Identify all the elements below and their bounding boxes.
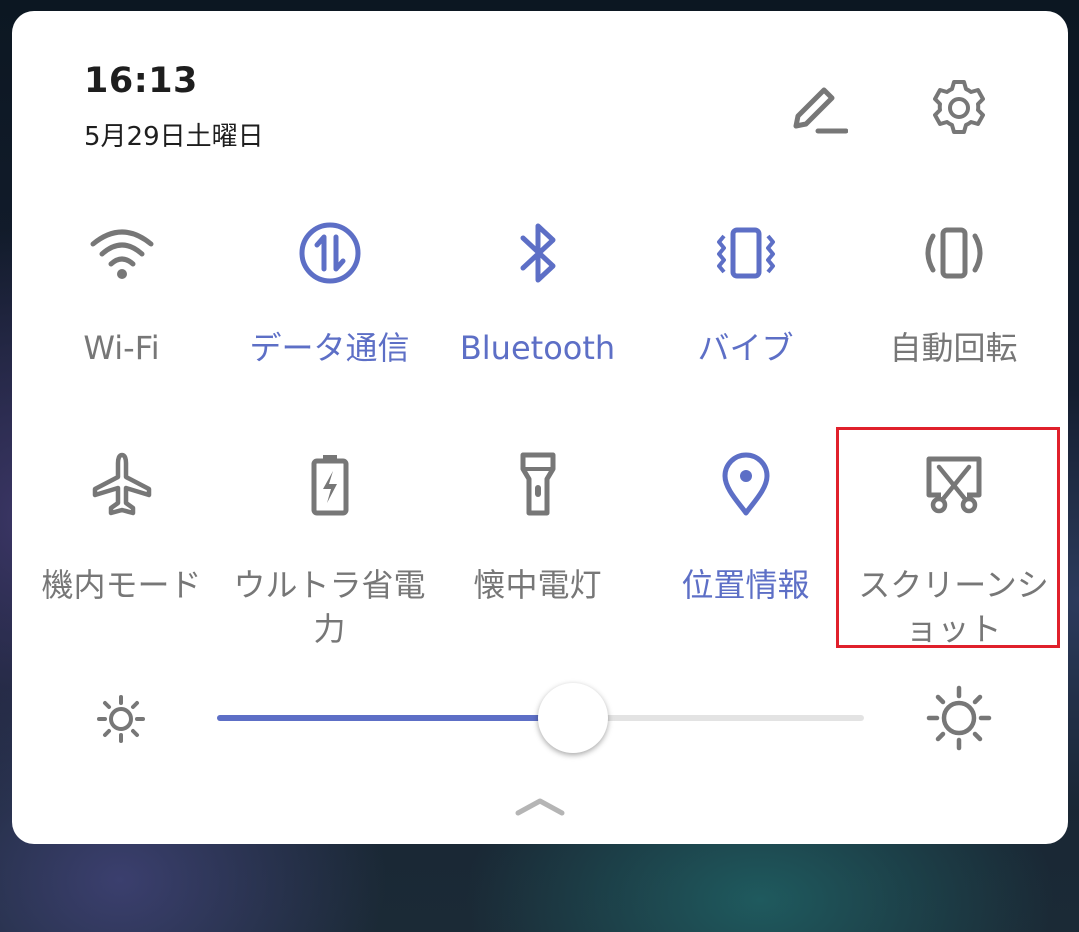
tile-mobile-data[interactable]: データ通信 [227,216,432,370]
tile-flashlight[interactable]: 懐中電灯 [435,447,640,607]
bluetooth-icon [520,223,555,283]
tile-screenshot-label: スクリーンショット [858,566,1049,648]
flashlight-icon [520,452,555,516]
airplane-icon [92,452,151,516]
brightness-fill [217,715,573,721]
battery-saver-icon [311,455,348,516]
tile-vibrate[interactable]: バイブ [643,216,848,370]
tile-flashlight-label: 懐中電灯 [473,566,602,604]
tile-wifi-label: Wi-Fi [83,329,160,367]
tile-screenshot[interactable]: スクリーンショット [851,447,1056,651]
auto-rotate-icon [925,227,982,279]
clock-time: 16:13 [84,61,198,101]
mobile-data-icon [299,222,360,284]
gear-icon [933,80,985,134]
collapse-chevron-icon[interactable] [508,791,572,821]
tile-auto-rotate[interactable]: 自動回転 [851,216,1056,370]
screenshot-icon [926,456,981,514]
tile-airplane-mode-label: 機内モード [41,566,202,604]
location-icon [722,452,769,516]
clock-date: 5月29日土曜日 [84,122,264,152]
quick-settings-panel: 16:13 5月29日土曜日 Wi-Fi データ通信 Bluetooth バイブ… [12,11,1068,844]
tile-location[interactable]: 位置情報 [643,447,848,607]
tile-location-label: 位置情報 [681,566,810,604]
tile-battery-saver-label: ウルトラ省電力 [233,566,426,648]
settings-button[interactable] [922,71,996,145]
vibrate-icon [716,227,775,279]
tile-auto-rotate-label: 自動回転 [889,329,1018,367]
tile-airplane-mode[interactable]: 機内モード [19,447,224,607]
pencil-icon [793,87,848,134]
edit-button[interactable] [779,71,853,145]
tile-mobile-data-label: データ通信 [249,329,410,367]
wifi-icon [90,229,153,279]
tile-bluetooth-label: Bluetooth [459,329,616,367]
tile-battery-saver[interactable]: ウルトラ省電力 [227,447,432,651]
tile-vibrate-label: バイブ [697,329,794,367]
tile-wifi[interactable]: Wi-Fi [19,216,224,370]
tile-bluetooth[interactable]: Bluetooth [435,216,640,370]
brightness-low-icon [97,695,145,743]
brightness-high-icon [926,685,992,751]
brightness-thumb[interactable] [537,683,608,753]
